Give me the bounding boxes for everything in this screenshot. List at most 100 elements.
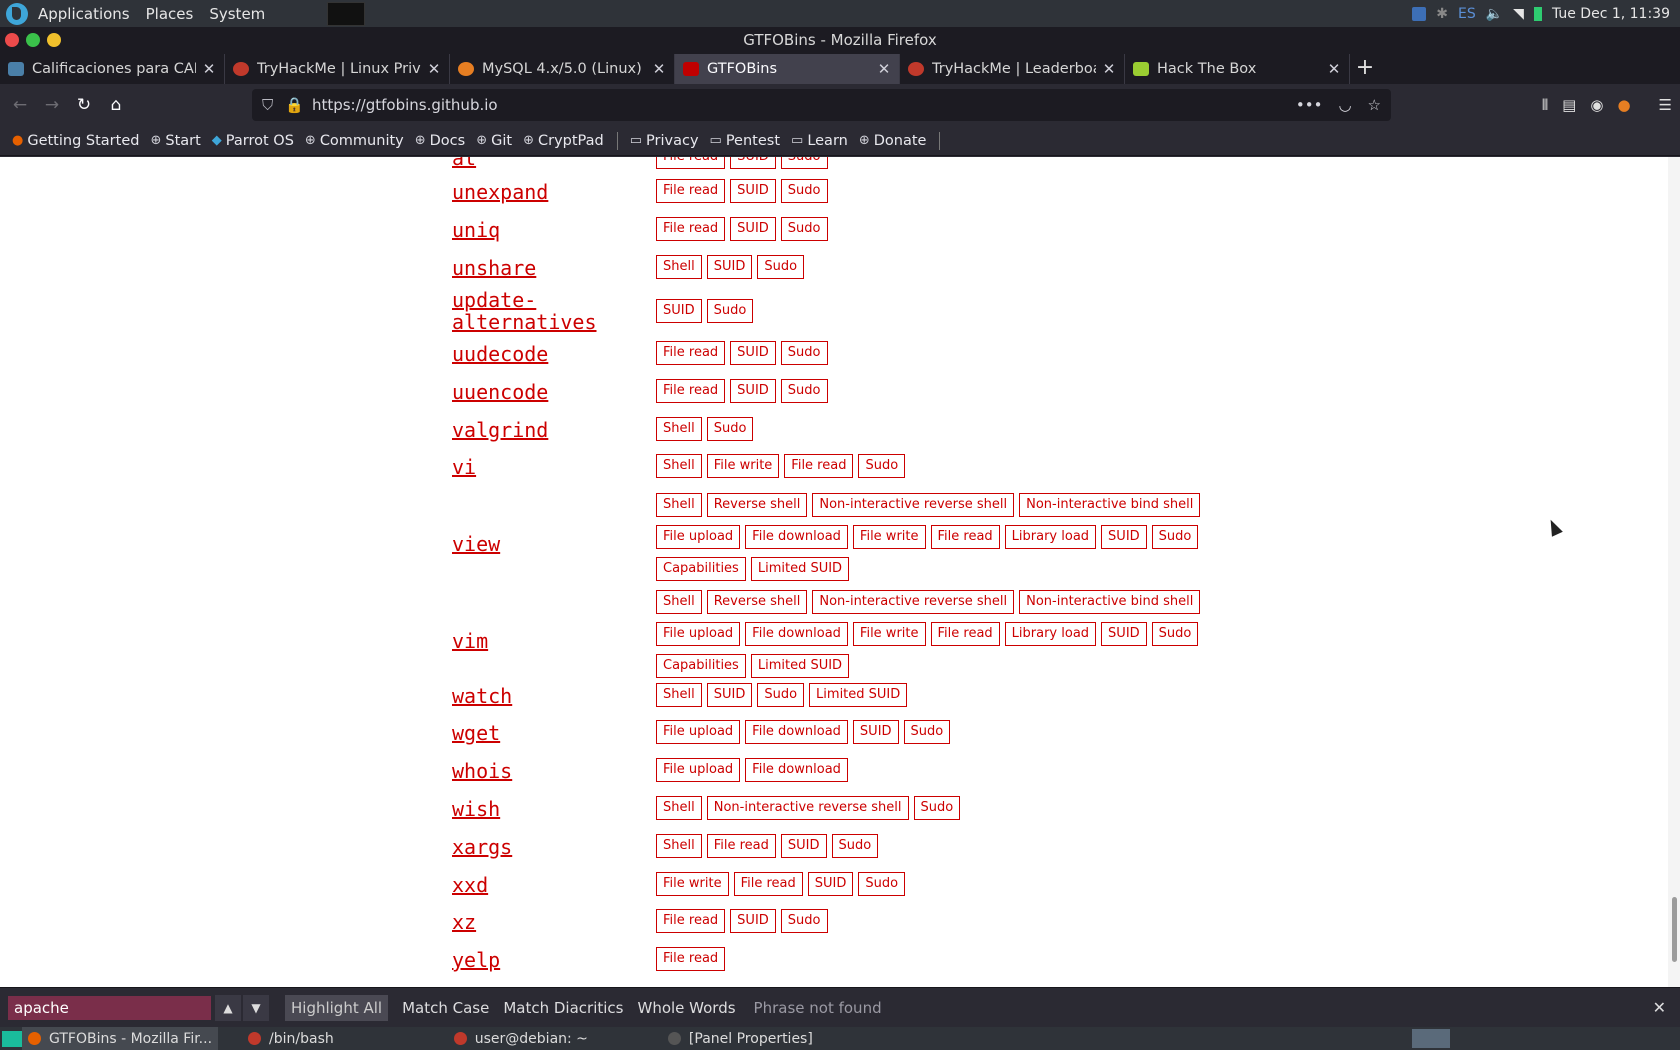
workspace-switcher[interactable] <box>1412 1029 1450 1048</box>
binary-link[interactable]: watch <box>452 685 512 707</box>
function-tag[interactable]: SUID <box>730 179 776 203</box>
bookmark-parrot-os[interactable]: ◆ Parrot OS <box>212 133 294 149</box>
binary-link[interactable]: xxd <box>452 874 488 896</box>
binary-link-text[interactable]: update- <box>452 289 597 311</box>
tab-calificaciones[interactable]: Calificaciones para CARL ✕ <box>0 54 225 84</box>
taskbar-item-firefox[interactable]: GTFOBins - Mozilla Fir... <box>22 1027 219 1050</box>
bluetooth-icon[interactable]: ✱ <box>1436 6 1448 22</box>
find-input[interactable] <box>8 995 211 1020</box>
tab-close-icon[interactable]: ✕ <box>1327 60 1341 78</box>
function-tag[interactable]: SUID <box>730 909 776 933</box>
library-icon[interactable]: ⫴ <box>1542 96 1548 114</box>
function-tag[interactable]: File read <box>930 622 1000 646</box>
binary-link[interactable]: wget <box>452 722 500 744</box>
function-tag[interactable]: Sudo <box>1151 525 1199 549</box>
function-tag[interactable]: Sudo <box>780 341 828 365</box>
function-tag[interactable]: Non-interactive reverse shell <box>812 590 1015 614</box>
function-tag[interactable]: Library load <box>1004 622 1097 646</box>
function-tag[interactable]: SUID <box>730 341 776 365</box>
function-tag[interactable]: SUID <box>780 834 827 858</box>
function-tag[interactable]: File upload <box>656 758 741 782</box>
function-tag[interactable]: File read <box>656 341 726 365</box>
url-bar[interactable]: ⛉ 🔒 https://gtfobins.github.io ••• ◡ ☆ <box>252 89 1391 121</box>
function-tag[interactable]: Sudo <box>858 872 906 896</box>
pocket-icon[interactable]: ◡ <box>1338 96 1351 114</box>
function-tag[interactable]: File read <box>656 947 726 971</box>
url-text[interactable]: https://gtfobins.github.io <box>312 96 498 114</box>
function-tag[interactable]: Sudo <box>757 255 805 279</box>
highlight-all-toggle[interactable]: Highlight All <box>285 994 389 1021</box>
function-tag[interactable]: File write <box>656 872 729 896</box>
function-tag[interactable]: File read <box>706 834 776 858</box>
find-previous-button[interactable]: ▲ <box>215 994 241 1021</box>
function-tag[interactable]: File read <box>656 909 726 933</box>
bookmark-getting-started[interactable]: ● Getting Started <box>12 133 139 149</box>
whole-words-toggle[interactable]: Whole Words <box>637 999 735 1017</box>
tab-hackthebox[interactable]: Hack The Box ✕ <box>1125 54 1350 84</box>
function-tag[interactable]: File read <box>784 454 854 478</box>
volume-icon[interactable]: 🔈 <box>1486 6 1503 22</box>
function-tag[interactable]: File read <box>930 525 1000 549</box>
tab-mysql[interactable]: MySQL 4.x/5.0 (Linux) - U ✕ <box>450 54 675 84</box>
function-tag[interactable]: Sudo <box>1151 622 1199 646</box>
function-tag[interactable]: Limited SUID <box>809 683 908 707</box>
function-tag[interactable]: Shell <box>656 454 702 478</box>
bookmark-cryptpad[interactable]: ⊕ CryptPad <box>523 133 604 149</box>
function-tag[interactable]: File write <box>706 454 780 478</box>
bookmark-star-icon[interactable]: ☆ <box>1368 96 1381 114</box>
binary-link[interactable]: unexpand <box>452 181 548 203</box>
tab-close-icon[interactable]: ✕ <box>1102 60 1116 78</box>
binary-link[interactable]: at <box>452 157 476 169</box>
function-tag[interactable]: Reverse shell <box>706 590 808 614</box>
bookmark-folder-learn[interactable]: ▭ Learn <box>791 133 848 149</box>
function-tag[interactable]: Sudo <box>706 299 754 323</box>
function-tag[interactable]: File download <box>745 525 848 549</box>
lock-icon[interactable]: 🔒 <box>285 96 304 114</box>
function-tag[interactable]: Sudo <box>913 796 961 820</box>
function-tag[interactable]: SUID <box>852 720 899 744</box>
function-tag[interactable]: Sudo <box>903 720 951 744</box>
binary-link[interactable]: valgrind <box>452 419 548 441</box>
binary-link[interactable]: yelp <box>452 949 500 971</box>
function-tag[interactable]: File read <box>733 872 803 896</box>
function-tag[interactable]: SUID <box>1101 622 1147 646</box>
back-button[interactable]: ← <box>4 95 36 115</box>
function-tag[interactable]: Shell <box>656 590 702 614</box>
function-tag[interactable]: File read <box>656 379 726 403</box>
menu-system[interactable]: System <box>201 5 273 23</box>
bookmark-git[interactable]: ⊕ Git <box>476 133 512 149</box>
menu-places[interactable]: Places <box>138 5 202 23</box>
function-tag[interactable]: File download <box>745 720 848 744</box>
function-tag[interactable]: Shell <box>656 796 702 820</box>
binary-link[interactable]: view <box>452 533 500 555</box>
maximize-window-button[interactable] <box>26 33 40 47</box>
function-tag[interactable]: File download <box>745 622 848 646</box>
binary-link-text[interactable]: alternatives <box>452 311 597 333</box>
binary-link[interactable]: vim <box>452 630 488 652</box>
function-tag[interactable]: File download <box>745 758 848 782</box>
bookmark-folder-pentest[interactable]: ▭ Pentest <box>710 133 780 149</box>
binary-link[interactable]: update-alternatives <box>452 289 597 333</box>
bookmark-start[interactable]: ⊕ Start <box>150 133 200 149</box>
tab-gtfobins[interactable]: GTFOBins ✕ <box>675 54 900 84</box>
parrot-menu-icon[interactable] <box>6 2 28 25</box>
function-tag[interactable]: File read <box>656 157 726 169</box>
scrollbar[interactable] <box>1668 157 1680 987</box>
function-tag[interactable]: Sudo <box>706 417 754 441</box>
clock[interactable]: Tue Dec 1, 11:39 <box>1552 6 1670 22</box>
teams-icon[interactable] <box>1412 6 1427 21</box>
home-button[interactable]: ⌂ <box>100 95 132 115</box>
binary-link[interactable]: whois <box>452 760 512 782</box>
function-tag[interactable]: Shell <box>656 493 702 517</box>
function-tag[interactable]: File write <box>852 622 926 646</box>
tab-tryhackme-privesc[interactable]: TryHackMe | Linux PrivEs ✕ <box>225 54 450 84</box>
function-tag[interactable]: Shell <box>656 834 702 858</box>
function-tag[interactable]: File upload <box>656 622 741 646</box>
function-tag[interactable]: File upload <box>656 525 741 549</box>
function-tag[interactable]: Sudo <box>780 179 828 203</box>
function-tag[interactable]: Sudo <box>831 834 879 858</box>
keyboard-layout[interactable]: ES <box>1458 6 1476 22</box>
function-tag[interactable]: Limited SUID <box>750 557 850 581</box>
function-tag[interactable]: File upload <box>656 720 741 744</box>
function-tag[interactable]: Shell <box>656 255 702 279</box>
